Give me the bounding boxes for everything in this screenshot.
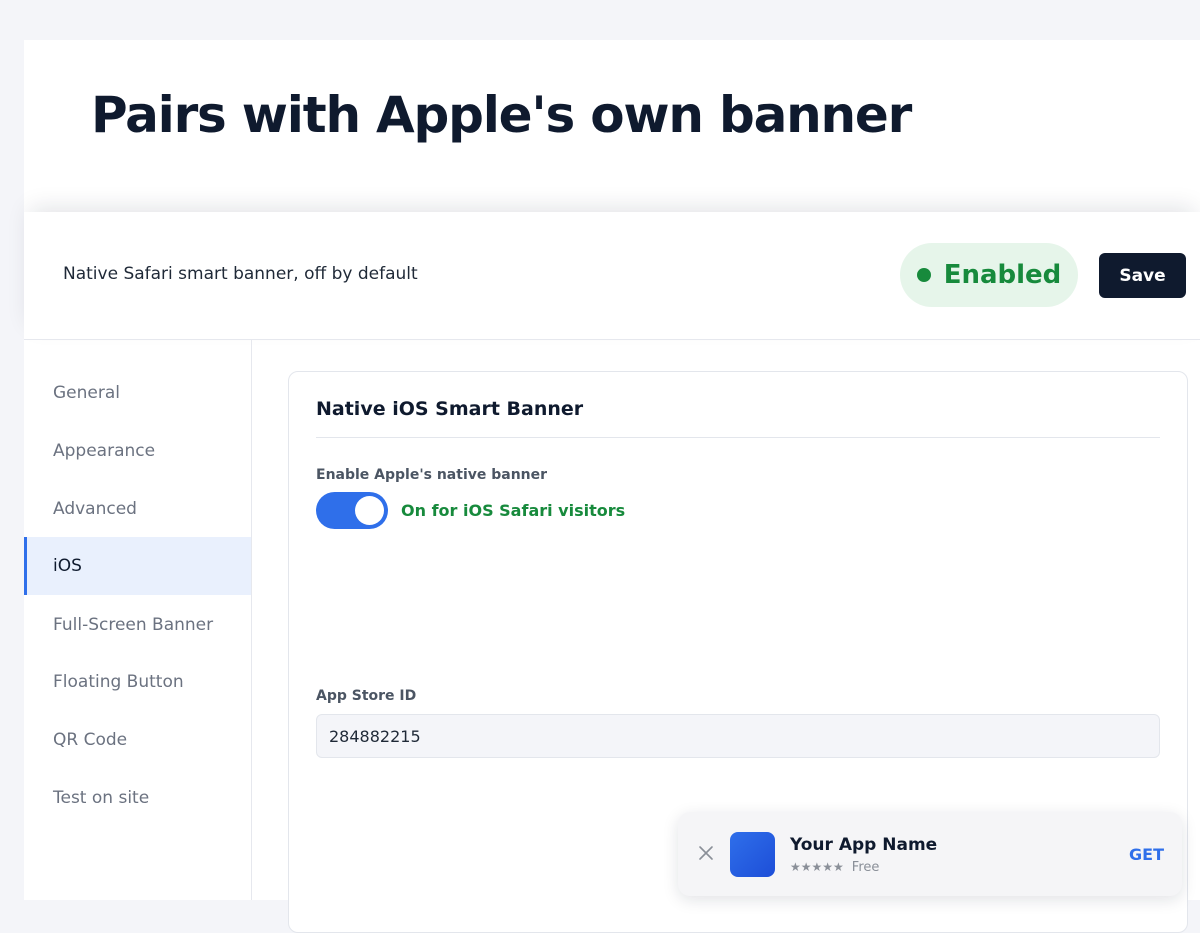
sidebar-item-label: iOS (53, 556, 82, 576)
page-title: Pairs with Apple's own banner (91, 86, 912, 144)
status-badge-label: Enabled (943, 260, 1062, 290)
banner-price: Free (851, 860, 880, 875)
app-store-id-input[interactable] (316, 714, 1160, 758)
save-button[interactable]: Save (1099, 253, 1186, 298)
sidebar-item-qr-code[interactable]: QR Code (24, 711, 251, 769)
sidebar-item-label: Floating Button (53, 672, 184, 692)
card-divider (316, 437, 1160, 438)
card-title: Native iOS Smart Banner (316, 398, 584, 420)
sidebar-item-test-on-site[interactable]: Test on site (24, 769, 251, 827)
sidebar-item-advanced[interactable]: Advanced (24, 480, 251, 538)
close-icon[interactable] (697, 844, 715, 862)
sidebar-item-label: General (53, 383, 120, 403)
page: Pairs with Apple's own banner Native Saf… (24, 40, 1200, 933)
sidebar-item-label: Full-Screen Banner (53, 615, 214, 635)
banner-app-name: Your App Name (790, 835, 938, 855)
sidebar-item-label: QR Code (53, 730, 128, 750)
sidebar-item-label: Appearance (53, 441, 156, 461)
banner-rating: ★★★★★ Free (790, 860, 879, 875)
app-icon (730, 832, 775, 877)
star-rating-icon: ★★★★★ (790, 860, 844, 874)
status-dot-icon (916, 268, 931, 282)
sidebar-item-floating-button[interactable]: Floating Button (24, 653, 251, 711)
status-badge: Enabled (900, 243, 1078, 307)
sidebar-item-appearance[interactable]: Appearance (24, 422, 251, 480)
sidebar-item-full-screen-banner[interactable]: Full-Screen Banner (24, 596, 251, 654)
sidebar-item-label: Test on site (53, 788, 150, 808)
toggle-knob (355, 496, 384, 525)
native-banner-toggle[interactable] (316, 492, 388, 529)
sidebar-item-ios[interactable]: iOS (24, 537, 251, 595)
get-button[interactable]: GET (1129, 845, 1164, 864)
sidebar-item-general[interactable]: General (24, 364, 251, 422)
sidebar: General Appearance Advanced iOS Full-Scr… (24, 340, 252, 900)
smart-banner-preview: Your App Name ★★★★★ Free GET (678, 812, 1182, 896)
header-subtitle: Native Safari smart banner, off by defau… (63, 264, 418, 284)
app-header: Native Safari smart banner, off by defau… (24, 212, 1200, 340)
app-store-id-label: App Store ID (316, 688, 417, 704)
toggle-status-text: On for iOS Safari visitors (401, 501, 626, 520)
sidebar-item-label: Advanced (53, 499, 137, 519)
toggle-label: Enable Apple's native banner (316, 467, 548, 483)
